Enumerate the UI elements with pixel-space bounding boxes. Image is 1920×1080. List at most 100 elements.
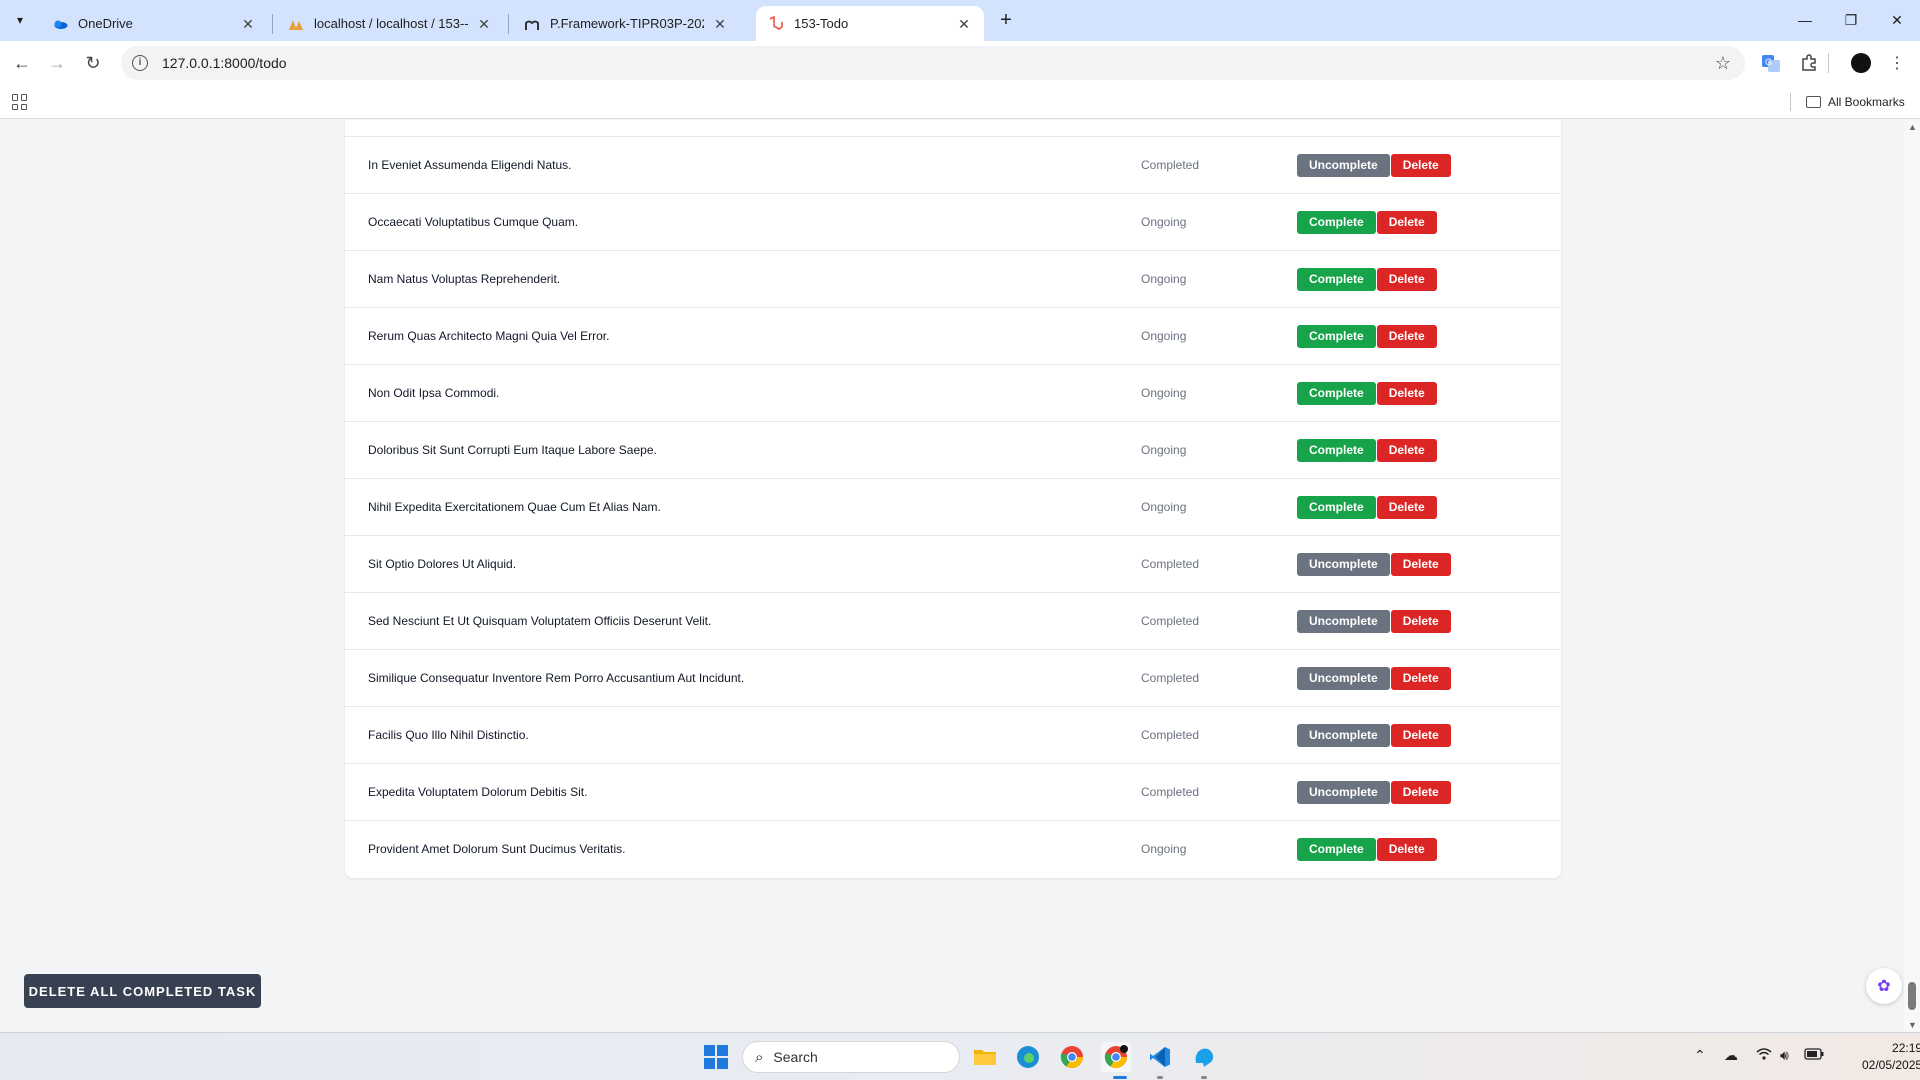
tab-title: OneDrive: [78, 16, 133, 31]
translate-icon[interactable]: G: [1759, 51, 1783, 75]
file-explorer-icon[interactable]: [970, 1042, 1000, 1072]
tab-search-chevron-icon[interactable]: ▾: [8, 8, 32, 32]
task-title: Sed Nesciunt Et Ut Quisquam Voluptatem O…: [368, 614, 712, 628]
close-window-icon[interactable]: ✕: [1874, 0, 1920, 40]
forward-arrow-icon[interactable]: →: [43, 49, 71, 77]
task-title: Similique Consequatur Inventore Rem Porr…: [368, 671, 745, 685]
task-status: Ongoing: [1141, 443, 1187, 457]
address-bar[interactable]: i 127.0.0.1:8000/todo ☆: [121, 46, 1745, 80]
profile-avatar[interactable]: [1849, 51, 1873, 75]
uncomplete-button[interactable]: Uncomplete: [1297, 154, 1390, 177]
todo-row: Qui Animi Modi Facilis Voluptate Aut Fac…: [345, 120, 1561, 137]
todo-row: Similique Consequatur Inventore Rem Porr…: [345, 650, 1561, 707]
search-placeholder: Search: [773, 1049, 818, 1065]
vscode-icon[interactable]: [1145, 1042, 1175, 1072]
battery-icon[interactable]: [1804, 1047, 1824, 1063]
reload-icon[interactable]: ↻: [79, 49, 107, 77]
complete-button[interactable]: Complete: [1297, 325, 1376, 348]
page-scrollbar[interactable]: ▲ ▼: [1904, 120, 1920, 1032]
restore-icon[interactable]: ❐: [1828, 0, 1874, 40]
clock-time: 22:19: [1892, 1041, 1920, 1055]
delete-button[interactable]: Delete: [1376, 382, 1437, 405]
apps-grid-icon[interactable]: [12, 94, 28, 110]
delete-button[interactable]: Delete: [1376, 439, 1437, 462]
delete-button[interactable]: Delete: [1390, 724, 1451, 747]
tab-title: localhost / localhost / 153---to: [314, 16, 468, 31]
extensions-puzzle-icon[interactable]: [1797, 51, 1821, 75]
task-title: Facilis Quo Illo Nihil Distinctio.: [368, 728, 529, 742]
task-status: Ongoing: [1141, 500, 1187, 514]
uncomplete-button[interactable]: Uncomplete: [1297, 781, 1390, 804]
mysql-workbench-icon[interactable]: [1189, 1042, 1219, 1072]
tab-moodle[interactable]: P.Framework-TIPR03P-20242: P ✕: [512, 6, 740, 41]
tab-onedrive[interactable]: OneDrive ✕: [40, 6, 268, 41]
tab-title: 153-Todo: [794, 16, 849, 31]
laravel-icon: [769, 15, 783, 30]
edge-browser-icon[interactable]: [1013, 1042, 1043, 1072]
url-text[interactable]: 127.0.0.1:8000/todo: [162, 55, 287, 71]
onedrive-icon: [54, 20, 68, 29]
delete-button[interactable]: Delete: [1376, 211, 1437, 234]
tab-phpmyadmin[interactable]: localhost / localhost / 153---to ✕: [276, 6, 504, 41]
task-title: Nihil Expedita Exercitationem Quae Cum E…: [368, 500, 661, 514]
close-icon[interactable]: ✕: [712, 16, 728, 32]
task-actions: Uncomplete Delete: [1297, 610, 1451, 633]
delete-button[interactable]: Delete: [1376, 268, 1437, 291]
tab-title: P.Framework-TIPR03P-20242: P: [550, 16, 704, 31]
browser-tab-strip: ▾ OneDrive ✕ localhost / localhost / 153…: [0, 0, 1920, 41]
chrome-icon[interactable]: [1057, 1042, 1087, 1072]
all-bookmarks-button[interactable]: All Bookmarks: [1806, 93, 1905, 111]
volume-icon[interactable]: 🔊︎: [1780, 1047, 1789, 1064]
complete-button[interactable]: Complete: [1297, 211, 1376, 234]
bookmark-star-icon[interactable]: ☆: [1715, 53, 1731, 74]
system-clock[interactable]: 22:19 02/05/2025: [1862, 1040, 1920, 1074]
delete-button[interactable]: Delete: [1390, 610, 1451, 633]
back-arrow-icon[interactable]: ←: [8, 49, 36, 77]
close-icon[interactable]: ✕: [956, 16, 972, 32]
onedrive-tray-icon[interactable]: ☁: [1724, 1047, 1738, 1064]
tab-divider: [272, 14, 273, 34]
todo-row: Sed Nesciunt Et Ut Quisquam Voluptatem O…: [345, 593, 1561, 650]
site-info-icon[interactable]: i: [132, 55, 148, 71]
delete-button[interactable]: Delete: [1390, 154, 1451, 177]
task-actions: Complete Delete: [1297, 268, 1437, 291]
task-status: Ongoing: [1141, 386, 1187, 400]
delete-button[interactable]: Delete: [1390, 667, 1451, 690]
uncomplete-button[interactable]: Uncomplete: [1297, 667, 1390, 690]
delete-button[interactable]: Delete: [1376, 838, 1437, 861]
scrollbar-thumb[interactable]: [1908, 982, 1916, 1010]
task-title: Occaecati Voluptatibus Cumque Quam.: [368, 215, 579, 229]
close-icon[interactable]: ✕: [240, 16, 256, 32]
delete-button[interactable]: Delete: [1376, 496, 1437, 519]
complete-button[interactable]: Complete: [1297, 838, 1376, 861]
task-title: In Eveniet Assumenda Eligendi Natus.: [368, 158, 572, 172]
chrome-active-icon[interactable]: [1101, 1042, 1131, 1072]
uncomplete-button[interactable]: Uncomplete: [1297, 553, 1390, 576]
more-menu-icon[interactable]: ⋮: [1885, 51, 1909, 75]
task-title: Doloribus Sit Sunt Corrupti Eum Itaque L…: [368, 443, 657, 457]
task-status: Ongoing: [1141, 215, 1187, 229]
scroll-down-arrow-icon[interactable]: ▼: [1908, 1020, 1917, 1030]
wifi-icon[interactable]: [1756, 1047, 1772, 1064]
delete-button[interactable]: Delete: [1390, 781, 1451, 804]
assistant-widget-icon[interactable]: ✿: [1866, 968, 1902, 1004]
new-tab-button[interactable]: +: [992, 8, 1020, 32]
minimize-icon[interactable]: —: [1782, 0, 1828, 40]
tab-todo-active[interactable]: 153-Todo ✕: [756, 6, 984, 41]
uncomplete-button[interactable]: Uncomplete: [1297, 610, 1390, 633]
taskbar-search[interactable]: ⌕ Search: [742, 1041, 960, 1073]
delete-all-completed-button[interactable]: DELETE ALL COMPLETED TASK: [24, 974, 261, 1008]
windows-start-icon[interactable]: [704, 1045, 728, 1069]
scroll-up-arrow-icon[interactable]: ▲: [1908, 122, 1917, 132]
uncomplete-button[interactable]: Uncomplete: [1297, 724, 1390, 747]
todo-row: Occaecati Voluptatibus Cumque Quam. Ongoi…: [345, 194, 1561, 251]
complete-button[interactable]: Complete: [1297, 439, 1376, 462]
complete-button[interactable]: Complete: [1297, 496, 1376, 519]
complete-button[interactable]: Complete: [1297, 268, 1376, 291]
tray-chevron-up-icon[interactable]: ⌃: [1694, 1047, 1706, 1064]
close-icon[interactable]: ✕: [476, 16, 492, 32]
complete-button[interactable]: Complete: [1297, 382, 1376, 405]
delete-button[interactable]: Delete: [1376, 325, 1437, 348]
svg-text:G: G: [1765, 57, 1772, 67]
delete-button[interactable]: Delete: [1390, 553, 1451, 576]
